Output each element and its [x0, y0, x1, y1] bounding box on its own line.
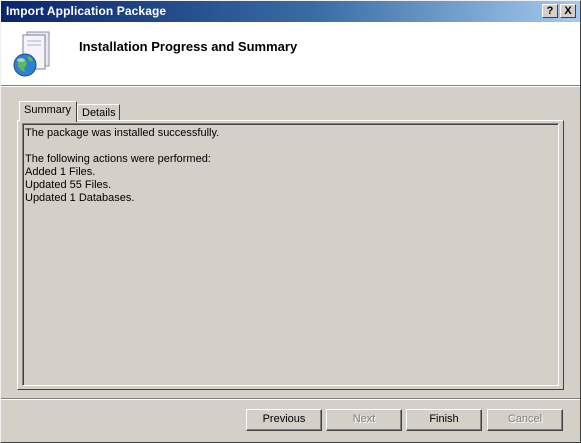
package-globe-icon — [13, 31, 50, 77]
summary-line: The following actions were performed: — [25, 153, 211, 165]
summary-line: Updated 1 Databases. — [25, 192, 135, 204]
summary-line: Updated 55 Files. — [25, 179, 112, 191]
wizard-header: Installation Progress and Summary — [1, 22, 580, 86]
header-divider — [1, 86, 580, 87]
footer-divider-highlight — [1, 399, 580, 400]
summary-line — [25, 140, 556, 153]
finish-button[interactable]: Finish — [406, 409, 482, 431]
tab-summary[interactable]: Summary — [19, 101, 77, 122]
summary-log[interactable]: The package was installed successfully. … — [22, 123, 559, 386]
window-title: Import Application Package — [6, 4, 167, 18]
close-button[interactable]: X — [560, 4, 576, 18]
help-button[interactable]: ? — [542, 4, 558, 18]
import-package-dialog: Import Application Package ? X Installat… — [0, 0, 581, 443]
page-title: Installation Progress and Summary — [79, 39, 298, 54]
summary-line: Added 1 Files. — [25, 166, 96, 178]
summary-line: The package was installed successfully. — [25, 127, 220, 139]
title-bar[interactable]: Import Application Package ? X — [1, 1, 580, 22]
next-button[interactable]: Next — [326, 409, 402, 431]
summary-tab-panel: The package was installed successfully. … — [17, 120, 564, 390]
cancel-button[interactable]: Cancel — [487, 409, 563, 431]
previous-button[interactable]: Previous — [246, 409, 322, 431]
